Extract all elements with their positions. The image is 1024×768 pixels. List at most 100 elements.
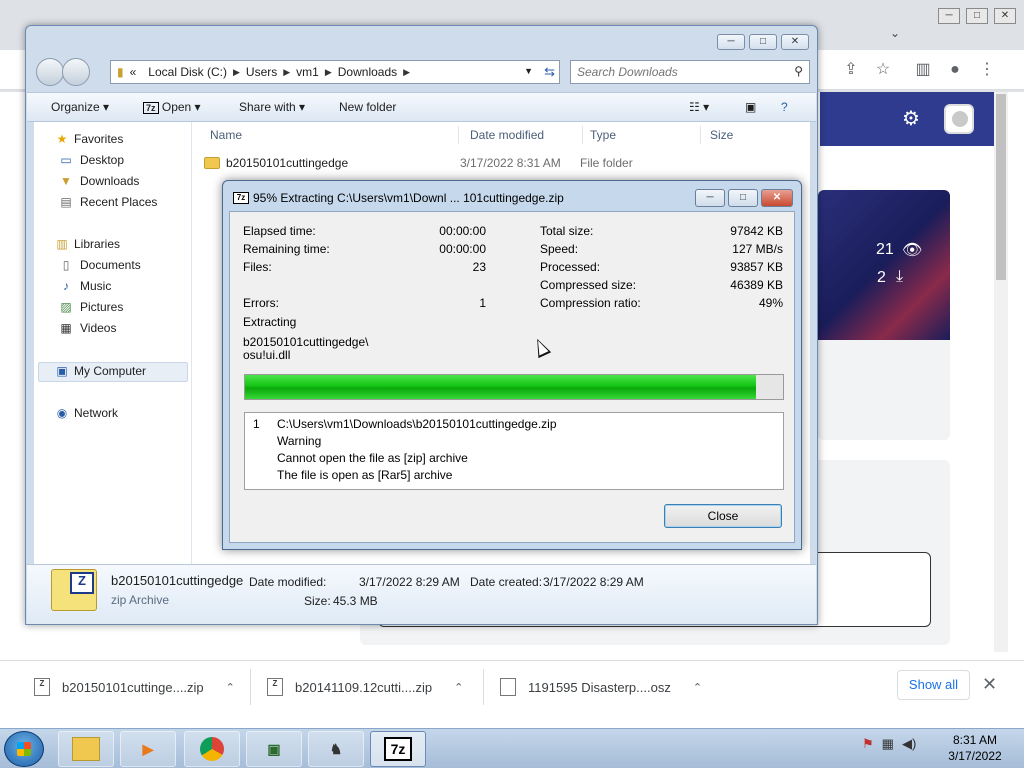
taskbar-chrome[interactable]: [184, 731, 240, 767]
page-scrollbar[interactable]: [994, 92, 1008, 652]
column-size[interactable]: Size: [710, 128, 733, 142]
taskbar-media-player[interactable]: ▶: [120, 731, 176, 767]
download-count: 2: [877, 269, 886, 286]
view-options-icon[interactable]: ☷ ▾: [689, 100, 709, 114]
open-button[interactable]: 7z Open ▾: [143, 100, 201, 114]
download-item[interactable]: 1191595 Disasterp....osz ⌃: [500, 675, 702, 699]
message-path: C:\Users\vm1\Downloads\b20150101cuttinge…: [277, 417, 557, 431]
maximize-button[interactable]: □: [728, 189, 758, 207]
download-filename: b20141109.12cutti....zip: [295, 679, 433, 695]
dialog-title-bar: 7z 95% Extracting C:\Users\vm1\Downl ...…: [233, 191, 564, 205]
minimize-button[interactable]: ─: [717, 34, 745, 50]
nav-music[interactable]: ♪ Music: [58, 279, 111, 293]
download-filename: 1191595 Disasterp....osz: [528, 679, 671, 695]
close-icon[interactable]: ✕: [982, 674, 997, 695]
close-dialog-button[interactable]: Close: [664, 504, 782, 528]
close-button[interactable]: ✕: [761, 189, 793, 207]
nav-recent-places[interactable]: ▤ Recent Places: [58, 195, 157, 209]
taskbar-network-tool[interactable]: ▣: [246, 731, 302, 767]
file-row[interactable]: b20150101cuttingedge 3/17/2022 8:31 AM F…: [204, 152, 804, 174]
network-status-icon[interactable]: ▦: [882, 736, 894, 752]
volume-icon[interactable]: ◀): [902, 736, 916, 752]
profile-icon[interactable]: ●: [944, 60, 966, 80]
back-button[interactable]: [36, 58, 64, 86]
nav-pictures[interactable]: ▨ Pictures: [58, 300, 123, 314]
minimize-button[interactable]: ─: [938, 8, 960, 24]
show-all-button[interactable]: Show all: [897, 670, 970, 700]
bookmark-star-icon[interactable]: ☆: [872, 60, 894, 80]
address-bar[interactable]: ▮ « Local Disk (C:) ▶ Users ▶ vm1 ▶ Down…: [110, 60, 560, 84]
7zip-icon: 7z: [384, 737, 412, 761]
breadcrumb-downloads[interactable]: Downloads: [338, 65, 397, 79]
maximize-button[interactable]: □: [749, 34, 777, 50]
clock[interactable]: 8:31 AM 3/17/2022: [940, 732, 1010, 764]
chevron-right-icon[interactable]: ▶: [325, 67, 332, 78]
message-list[interactable]: 1 C:\Users\vm1\Downloads\b20150101cuttin…: [244, 412, 784, 490]
nav-downloads[interactable]: ▼ Downloads: [58, 174, 139, 188]
computer-icon: ▣: [56, 364, 68, 378]
forward-button[interactable]: [62, 58, 90, 86]
tab-search-chevron-icon[interactable]: ⌄: [890, 26, 900, 40]
music-icon: ♪: [63, 279, 69, 293]
nav-network[interactable]: ◉ Network: [54, 406, 118, 420]
download-item[interactable]: Z b20150101cuttinge....zip ⌃: [34, 675, 235, 699]
chevron-right-icon[interactable]: ▶: [233, 67, 240, 78]
system-tray: ⚑ ▦ ◀): [862, 736, 916, 752]
7z-archive-icon: Z: [34, 678, 50, 696]
search-input[interactable]: [571, 61, 781, 83]
new-folder-button[interactable]: New folder: [339, 100, 396, 114]
search-icon[interactable]: ⚲: [794, 64, 803, 78]
minimize-button[interactable]: ─: [695, 189, 725, 207]
command-bar: Organize ▾ 7z Open ▾ Share with ▾ New fo…: [27, 92, 816, 122]
elapsed-time: 00:00:00: [439, 224, 486, 238]
organize-button[interactable]: Organize ▾: [51, 100, 109, 114]
close-button[interactable]: ✕: [994, 8, 1016, 24]
download-item[interactable]: Z b20141109.12cutti....zip ⌃: [267, 675, 463, 699]
chevron-up-icon[interactable]: ⌃: [454, 681, 463, 694]
taskbar-chess[interactable]: ♞: [308, 731, 364, 767]
nav-libraries[interactable]: ▥ Libraries: [54, 237, 120, 251]
column-date-modified[interactable]: Date modified: [470, 128, 544, 142]
progress-bar: [244, 374, 784, 400]
close-button[interactable]: ✕: [781, 34, 809, 50]
chevron-up-icon[interactable]: ⌃: [226, 681, 235, 694]
nav-desktop[interactable]: ▭ Desktop: [58, 153, 124, 167]
column-name[interactable]: Name: [210, 128, 242, 142]
eye-icon: 👁: [902, 242, 923, 259]
share-icon[interactable]: ⇪: [840, 60, 862, 80]
preview-pane-icon[interactable]: ▣: [745, 100, 756, 114]
breadcrumb-users[interactable]: Users: [246, 65, 277, 79]
message-warning: Warning: [277, 434, 322, 448]
search-field[interactable]: ⚲: [570, 60, 810, 84]
current-file: osu!ui.dll: [243, 348, 291, 362]
taskbar-explorer[interactable]: [58, 731, 114, 767]
navigation-pane: ★ Favorites ▭ Desktop ▼ Downloads ▤ Recent P…: [34, 122, 192, 564]
chevron-right-icon[interactable]: ▶: [403, 67, 410, 78]
nav-favorites[interactable]: ★ Favorites: [54, 132, 124, 146]
column-type[interactable]: Type: [590, 128, 616, 142]
start-button[interactable]: [4, 731, 44, 767]
menu-icon[interactable]: ⋮: [976, 60, 998, 80]
breadcrumb-vm1[interactable]: vm1: [296, 65, 319, 79]
maximize-button[interactable]: □: [966, 8, 988, 24]
action-center-icon[interactable]: ⚑: [862, 736, 874, 752]
explorer-window-controls: ─ □ ✕: [717, 34, 809, 50]
breadcrumb-local-disk[interactable]: Local Disk (C:): [148, 65, 227, 79]
help-icon[interactable]: ?: [781, 100, 788, 114]
clock-date: 3/17/2022: [948, 749, 1002, 763]
chevron-up-icon[interactable]: ⌃: [693, 681, 702, 694]
details-date-modified: 3/17/2022 8:29 AM: [359, 575, 460, 589]
gear-icon[interactable]: ⚙: [902, 106, 920, 131]
nav-documents[interactable]: ▯ Documents: [58, 258, 141, 272]
nav-my-computer[interactable]: ▣ My Computer: [54, 364, 146, 378]
taskbar-7zip[interactable]: 7z: [370, 731, 426, 767]
side-panel-icon[interactable]: ▥: [912, 60, 934, 80]
nav-videos[interactable]: ▦ Videos: [58, 321, 116, 335]
avatar[interactable]: [944, 104, 974, 134]
chevron-right-icon[interactable]: ▶: [283, 67, 290, 78]
chevron-down-icon[interactable]: ▼: [524, 66, 533, 76]
remaining-time: 00:00:00: [439, 242, 486, 256]
refresh-icon[interactable]: ⇆: [544, 64, 555, 80]
share-with-button[interactable]: Share with ▾: [239, 100, 305, 114]
speed: 127 MB/s: [732, 242, 783, 256]
